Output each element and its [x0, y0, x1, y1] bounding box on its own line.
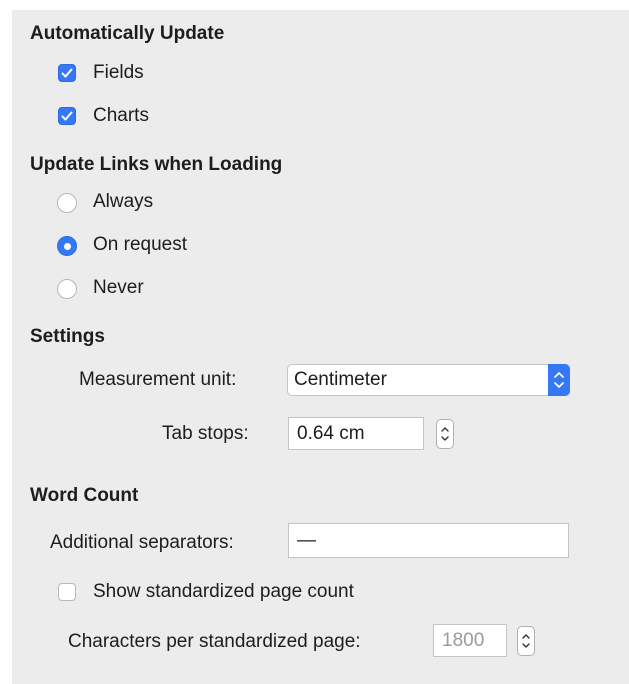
- measurement-unit-label: Measurement unit:: [79, 369, 237, 390]
- charts-label: Charts: [93, 105, 149, 126]
- chars-per-page-stepper[interactable]: [517, 626, 535, 656]
- measurement-unit-select[interactable]: Centimeter: [287, 364, 570, 396]
- word-count-heading: Word Count: [30, 485, 139, 506]
- tab-stops-label: Tab stops:: [162, 423, 249, 444]
- checkmark-icon: [61, 68, 73, 78]
- radio-on-request-label: On request: [93, 234, 187, 255]
- charts-checkbox[interactable]: [58, 107, 76, 125]
- auto-update-heading: Automatically Update: [30, 23, 225, 44]
- checkmark-icon: [61, 111, 73, 121]
- additional-separators-label: Additional separators:: [50, 532, 234, 553]
- show-page-count-label: Show standardized page count: [93, 581, 354, 602]
- fields-checkbox[interactable]: [58, 64, 76, 82]
- radio-always[interactable]: [57, 193, 77, 213]
- options-panel: Automatically Update Fields Charts Updat…: [12, 10, 629, 684]
- additional-separators-input[interactable]: —: [288, 523, 569, 558]
- stepper-arrows-icon: [522, 634, 530, 648]
- stepper-arrows-icon: [441, 427, 449, 441]
- radio-on-request[interactable]: [57, 236, 77, 256]
- tab-stops-stepper[interactable]: [436, 419, 454, 449]
- radio-always-label: Always: [93, 191, 154, 212]
- chars-per-page-input[interactable]: 1800: [433, 624, 507, 657]
- show-page-count-checkbox[interactable]: [58, 583, 76, 601]
- update-links-heading: Update Links when Loading: [30, 154, 283, 175]
- chevron-updown-icon: [548, 364, 570, 396]
- fields-label: Fields: [93, 62, 144, 83]
- measurement-unit-value: Centimeter: [294, 369, 387, 390]
- radio-never[interactable]: [57, 279, 77, 299]
- settings-heading: Settings: [30, 326, 105, 347]
- radio-never-label: Never: [93, 277, 144, 298]
- chars-per-page-label: Characters per standardized page:: [68, 631, 361, 652]
- tab-stops-input[interactable]: 0.64 cm: [288, 417, 424, 450]
